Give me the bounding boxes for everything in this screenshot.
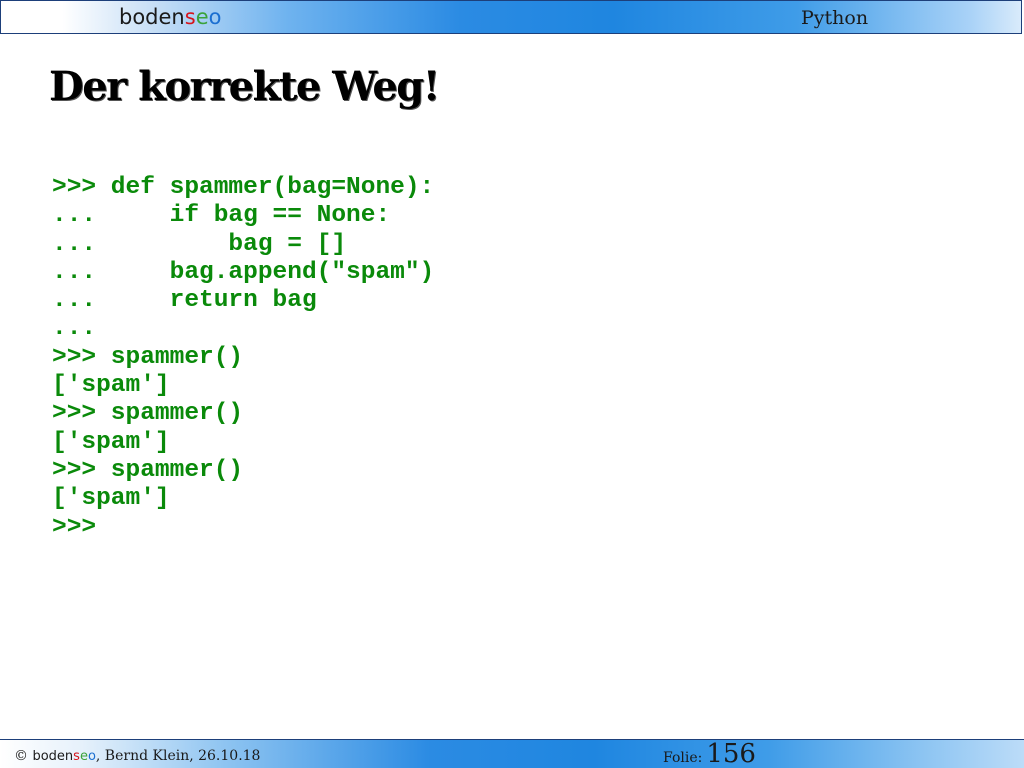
footer-logo-e: e — [79, 749, 88, 764]
footer-copyright: © bodenseo, Bernd Klein, 26.10.18 — [14, 747, 260, 766]
header-bar: bodenseo Python — [0, 0, 1022, 34]
footer-slide-counter: Folie: 156 — [663, 740, 756, 768]
logo-text-s: s — [184, 5, 196, 29]
logo-text-o: o — [208, 5, 222, 29]
code-block: >>> def spammer(bag=None): ... if bag ==… — [52, 174, 434, 542]
logo-text-e: e — [195, 5, 209, 29]
folie-label: Folie: — [663, 750, 703, 766]
code-line: ... if bag == None: — [52, 202, 391, 230]
copyright-symbol: © — [14, 748, 33, 764]
code-line: ... — [52, 315, 97, 343]
code-line: ['spam'] — [52, 428, 170, 456]
footer-bar: © bodenseo, Bernd Klein, 26.10.18 Folie:… — [0, 739, 1024, 768]
code-line: >>> spammer() — [52, 343, 244, 371]
logo-text-boden: boden — [119, 5, 185, 29]
slide: bodenseo Python Der korrekte Weg! >>> de… — [0, 0, 1024, 768]
code-line: ... bag = [] — [52, 230, 347, 258]
footer-author-date: , Bernd Klein, 26.10.18 — [95, 748, 261, 764]
code-line: ... bag.append("spam") — [52, 258, 435, 286]
code-line: >>> — [52, 513, 97, 541]
header-title: Python — [801, 7, 869, 29]
footer-logo-s: s — [73, 749, 80, 764]
footer-logo: bodenseo — [32, 749, 95, 764]
code-line: ... return bag — [52, 287, 317, 315]
footer-logo-o: o — [87, 749, 96, 764]
bodenseo-logo: bodenseo — [119, 4, 221, 30]
slide-number: 156 — [706, 739, 756, 768]
code-line: >>> spammer() — [52, 456, 244, 484]
code-line: >>> def spammer(bag=None): — [52, 174, 435, 201]
footer-logo-boden: boden — [32, 749, 74, 764]
code-line: ['spam'] — [52, 372, 170, 400]
code-line: >>> spammer() — [52, 400, 244, 428]
slide-title: Der korrekte Weg! — [49, 63, 440, 110]
code-line: ['spam'] — [52, 485, 170, 513]
